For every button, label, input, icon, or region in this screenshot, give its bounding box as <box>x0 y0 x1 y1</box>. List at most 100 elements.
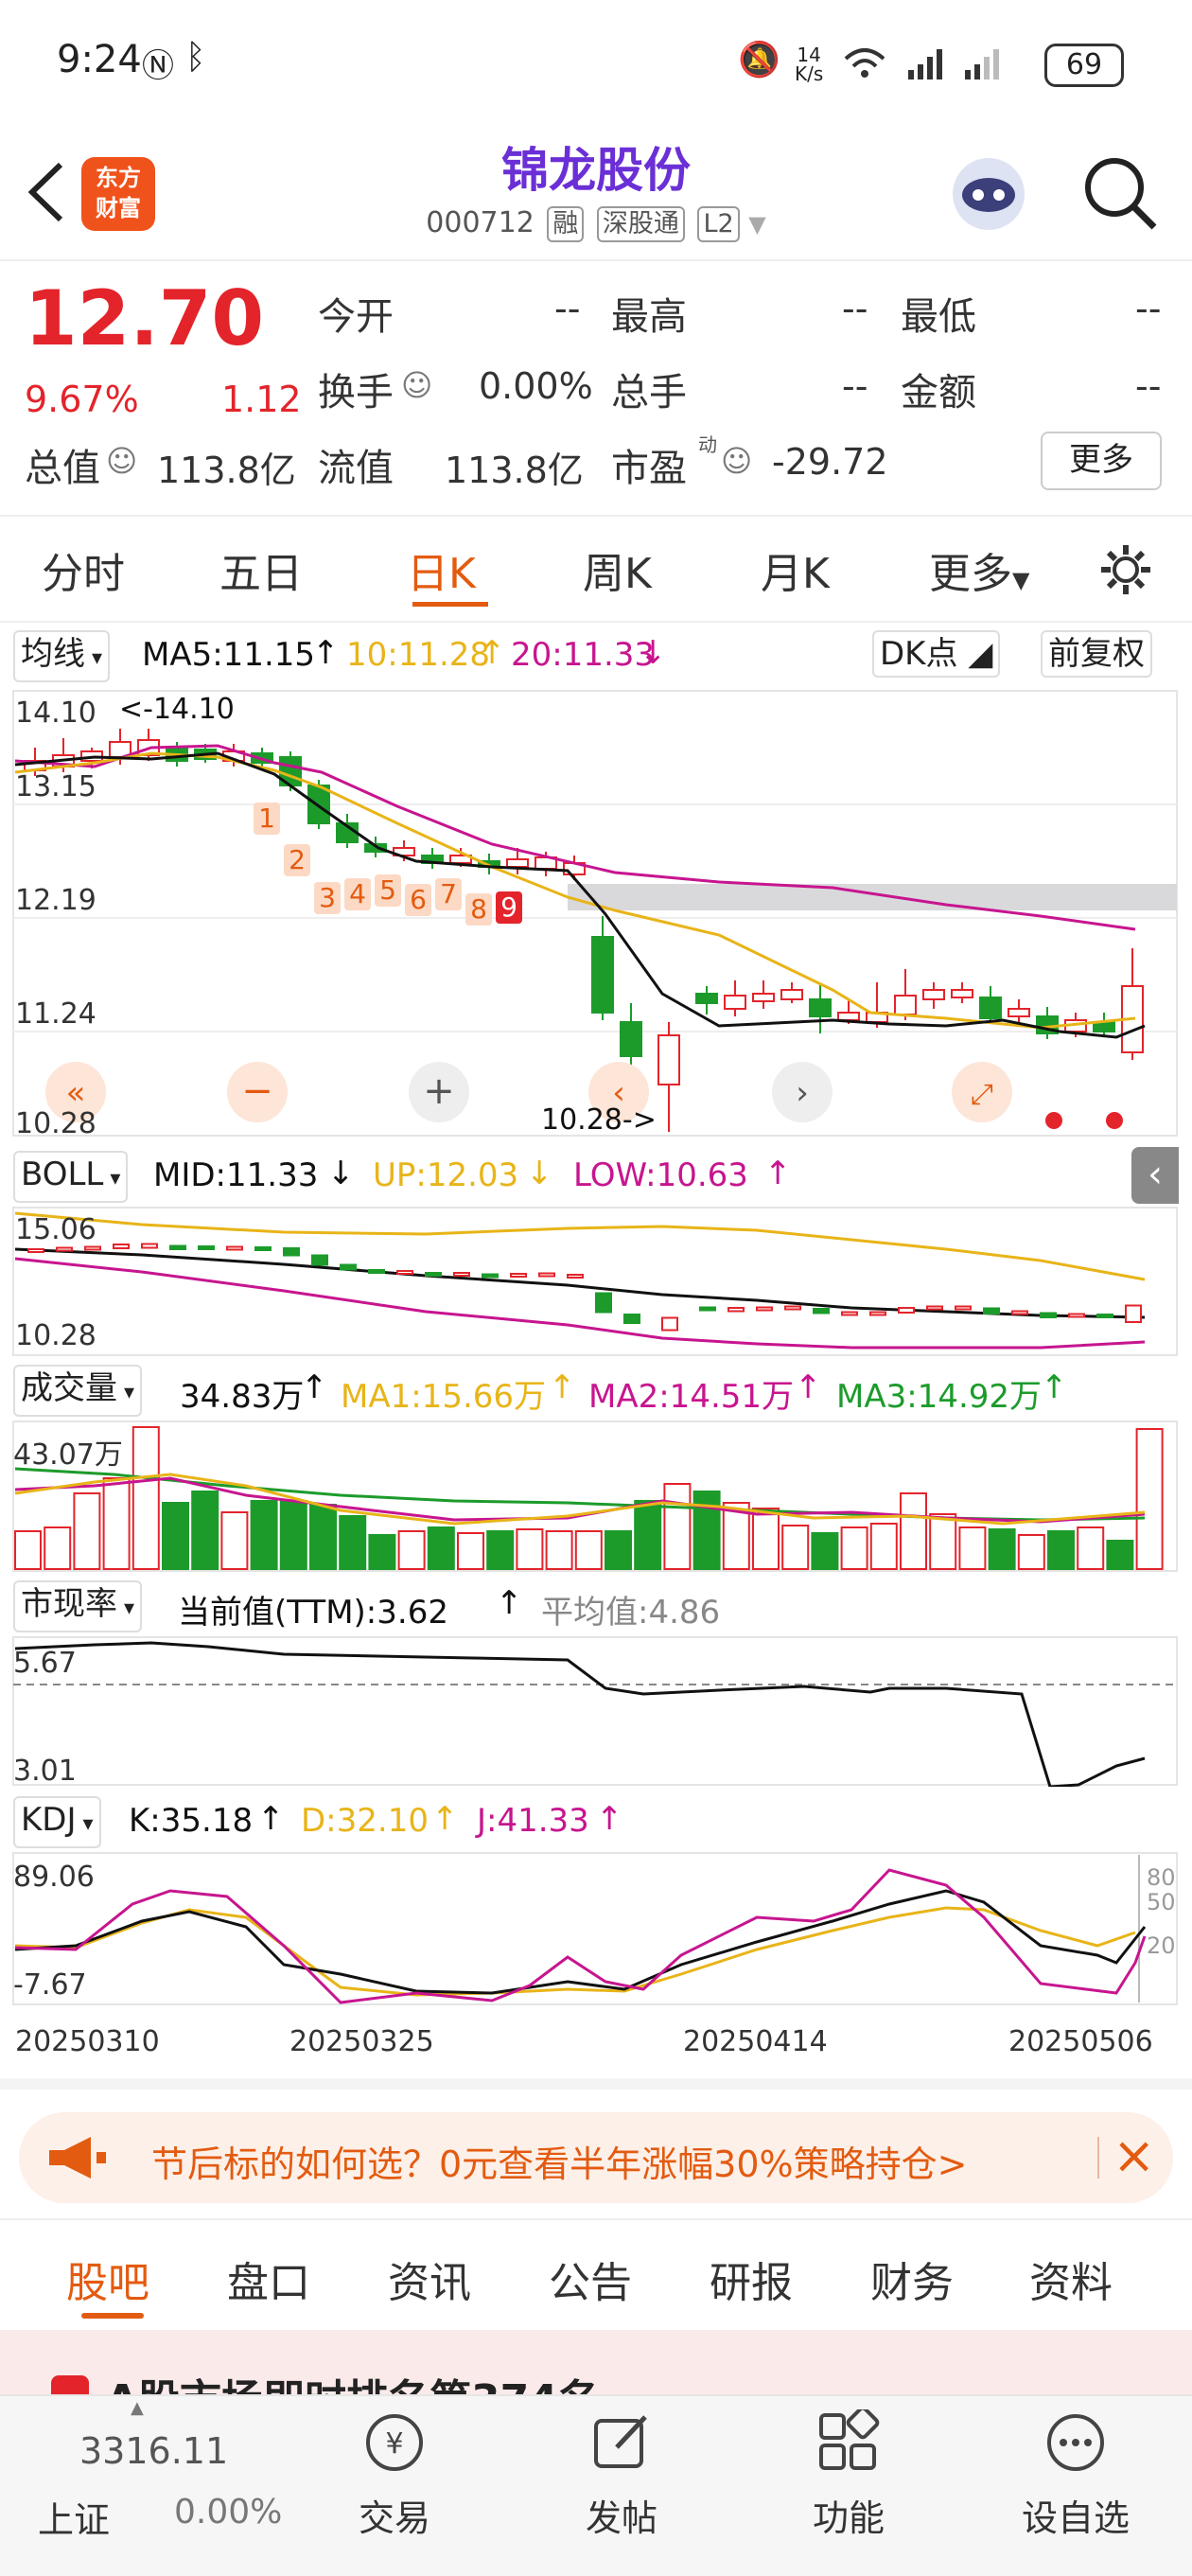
volume-bar <box>634 1500 662 1570</box>
volume-bar <box>752 1508 780 1570</box>
tab-monthly-k[interactable]: 月K <box>761 539 830 600</box>
volume-bar <box>781 1525 810 1570</box>
nav-functions[interactable]: 功能 <box>754 2489 943 2541</box>
boll-candle <box>510 1273 527 1278</box>
info-icon[interactable]: ☺ <box>721 443 752 479</box>
collapse-panel-button[interactable]: ‹ <box>1131 1147 1179 1204</box>
low-label: 最低 <box>901 295 976 339</box>
signal-dot <box>1045 1112 1062 1129</box>
boll-candle <box>226 1245 243 1251</box>
tab-five-day[interactable]: 五日 <box>219 539 303 600</box>
robot-assistant-icon[interactable] <box>946 151 1031 237</box>
down-arrow-icon: ↓ <box>327 1155 355 1192</box>
boll-selector[interactable]: BOLL ▾ <box>13 1151 129 1203</box>
promo-banner[interactable]: 节后标的如何选？0元查看半年涨幅30%策略持仓> × <box>19 2112 1173 2203</box>
volume-bar <box>339 1515 367 1570</box>
pcf-current: 当前值(TTM):3.62 <box>178 1594 448 1632</box>
tab-intraday[interactable]: 分时 <box>42 539 125 600</box>
boll-candle <box>955 1305 972 1311</box>
volume-selector[interactable]: 成交量 ▾ <box>13 1365 143 1417</box>
volume-bar <box>1106 1540 1134 1570</box>
up-arrow-icon: ↑ <box>257 1800 285 1838</box>
adjust-button[interactable]: 前复权 <box>1041 630 1152 678</box>
change-amount: 1.12 <box>221 379 302 420</box>
nav-post[interactable]: 发帖 <box>527 2489 716 2541</box>
nav-trade[interactable]: 交易 <box>300 2489 489 2541</box>
boll-candle <box>198 1245 215 1250</box>
status-time: 9:24 <box>57 38 142 81</box>
td-number: 7 <box>440 878 457 909</box>
candlestick-chart[interactable]: 123 4 5 6 7 8 9 « − + ‹ › ⤢ <box>0 681 1192 1145</box>
tab-research[interactable]: 研报 <box>710 2249 793 2309</box>
x-date: 20250325 <box>289 2025 434 2058</box>
tab-forum[interactable]: 股吧 <box>66 2249 149 2309</box>
more-dots-icon[interactable] <box>1043 2409 1109 2476</box>
tab-profile[interactable]: 资料 <box>1029 2249 1113 2309</box>
volume-bar <box>1017 1534 1045 1570</box>
dropdown-icon: ▼ <box>1012 567 1030 593</box>
volume-bar <box>929 1513 957 1570</box>
tab-order-book[interactable]: 盘口 <box>227 2249 310 2309</box>
ranking-peek[interactable]: A股市场即时排名第374名 <box>0 2330 1192 2394</box>
kdj-y-top: 89.06 <box>13 1861 95 1894</box>
boll-candle <box>1040 1312 1057 1318</box>
settings-gear-icon[interactable] <box>1097 541 1154 598</box>
market-cap-value: 113.8亿 <box>157 450 296 491</box>
more-quote-button[interactable]: 更多 <box>1041 432 1162 490</box>
divider <box>0 515 1192 517</box>
down-arrow-icon: ↓ <box>640 634 667 672</box>
trade-icon[interactable]: ¥ <box>361 2409 428 2476</box>
info-icon[interactable]: ☺ <box>401 367 432 403</box>
tab-weekly-k[interactable]: 周K <box>583 539 652 600</box>
volume-bar <box>250 1500 278 1570</box>
rank-icon <box>51 2375 89 2394</box>
amount-value: -- <box>1135 365 1162 407</box>
td-number: 4 <box>349 878 366 909</box>
pcf-selector[interactable]: 市现率 ▾ <box>13 1580 143 1632</box>
pcf-chart <box>12 1636 1178 1787</box>
index-name: 上证 <box>38 2499 111 2541</box>
volume-bar <box>900 1492 927 1570</box>
boll-candle <box>813 1308 830 1314</box>
info-icon[interactable]: ☺ <box>106 443 137 479</box>
tab-financials[interactable]: 财务 <box>870 2249 954 2309</box>
volume-bar <box>368 1534 396 1570</box>
functions-icon[interactable] <box>815 2409 882 2476</box>
volume-bar <box>131 1426 160 1570</box>
active-tab-underline <box>81 2313 144 2319</box>
kdj-selector[interactable]: KDJ ▾ <box>13 1796 101 1848</box>
ma-selector[interactable]: 均线 ▾ <box>13 630 111 682</box>
td-marker: 2 <box>284 844 310 876</box>
amount-label: 金额 <box>901 371 976 415</box>
dk-point-button[interactable]: DK点 ◢ <box>872 630 1001 678</box>
post-icon[interactable] <box>588 2409 655 2476</box>
search-icon[interactable] <box>1078 151 1164 237</box>
boll-candle <box>340 1263 357 1271</box>
tab-more[interactable]: 更多▼ <box>929 539 1029 600</box>
nfc-icon: Ⓝ <box>142 47 174 85</box>
nav-add-watchlist[interactable]: 设自选 <box>981 2489 1170 2541</box>
kdj-d: D:32.10 <box>301 1802 429 1840</box>
market-cap-label: 总值 <box>25 447 100 490</box>
connect-tag: 深股通 <box>596 206 685 242</box>
tab-news[interactable]: 资讯 <box>388 2249 471 2309</box>
volume-bar <box>14 1530 42 1570</box>
volume-bar <box>545 1530 573 1570</box>
tab-announcements[interactable]: 公告 <box>549 2249 632 2309</box>
megaphone-icon <box>49 2137 106 2179</box>
close-icon[interactable]: × <box>1113 2126 1155 2185</box>
stock-code: 000712 <box>426 206 535 239</box>
promo-text: 节后标的如何选？0元查看半年涨幅30%策略持仓> <box>151 2144 968 2185</box>
mute-icon: 🔕 <box>738 41 780 79</box>
boll-candle <box>141 1243 158 1249</box>
boll-candle <box>1125 1304 1142 1323</box>
kdj-y-bottom: -7.67 <box>13 1968 87 2002</box>
pcf-average: 平均值:4.86 <box>541 1594 721 1632</box>
kdj-ref-50: 50 <box>1147 1889 1176 1915</box>
tab-daily-k[interactable]: 日K <box>407 539 476 600</box>
tab-more-label: 更多 <box>929 550 1012 598</box>
kdj-chart <box>12 1852 1178 2005</box>
open-value: -- <box>554 288 581 329</box>
signal-icon <box>844 48 999 79</box>
volume-bar <box>605 1530 632 1570</box>
